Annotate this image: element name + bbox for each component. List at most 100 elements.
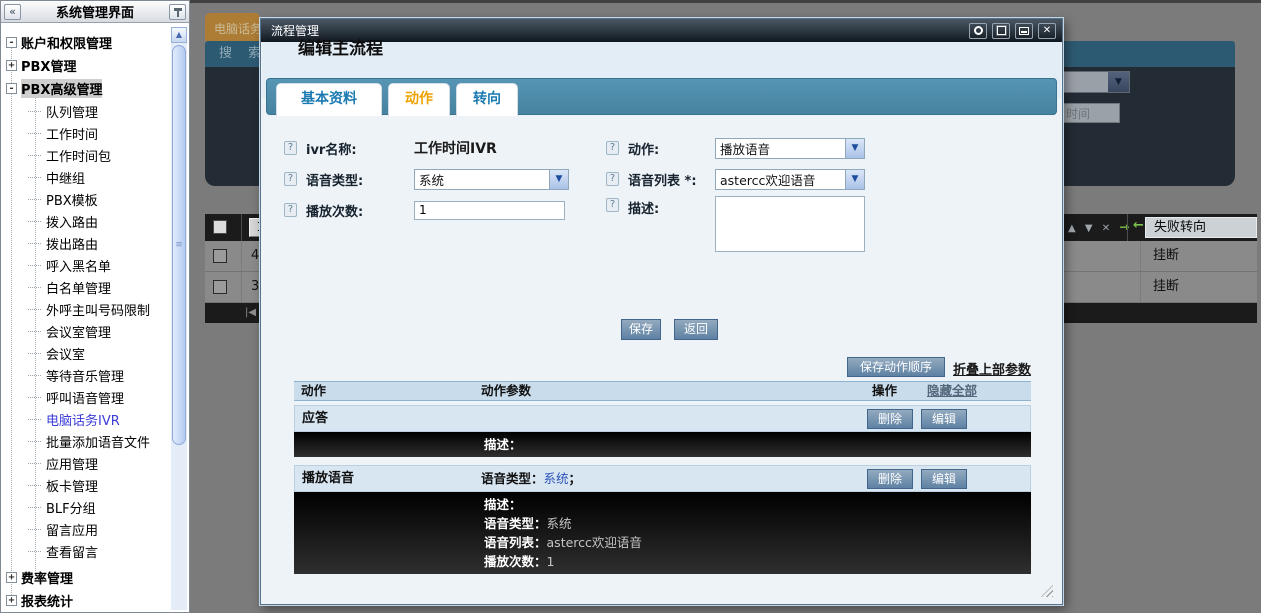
select-all-checkbox[interactable] xyxy=(213,220,227,234)
sidebar-item-hold-music-management[interactable]: 等待音乐管理 xyxy=(46,366,124,385)
voice-type-select[interactable]: 系统 ▼ xyxy=(414,169,569,190)
sidebar-item-computer-ivr[interactable]: 电脑话务IVR xyxy=(46,410,120,429)
tree-connector xyxy=(28,133,41,134)
back-button[interactable]: 返回 xyxy=(674,319,718,340)
tab-computer-ivr[interactable]: 电脑话务 xyxy=(205,13,260,41)
column-divider xyxy=(1140,241,1141,271)
sort-asc-icon[interactable]: ▲ xyxy=(1068,223,1079,234)
param-value-link[interactable]: 系统 xyxy=(544,471,569,486)
page-title: 编辑主流程 xyxy=(298,34,383,59)
play-count-label: 播放次数: xyxy=(306,201,393,220)
sidebar-item-pbx-management[interactable]: PBX管理 xyxy=(21,56,76,75)
sidebar-item-work-time[interactable]: 工作时间 xyxy=(46,124,98,143)
actions-table: 动作 动作参数 操作 隐藏全部 应答 删除 编辑 描述： 播放语音 语音类型：系… xyxy=(294,381,1031,574)
tab-redirect[interactable]: 转向 xyxy=(456,83,518,116)
nav-tree: - 账户和权限管理 + PBX管理 - PBX高级管理 队列管理 工作时间 工作… xyxy=(4,27,170,610)
sidebar-collapse-button[interactable]: « xyxy=(4,4,21,20)
sidebar-scrollbar[interactable]: ▲ ≡ xyxy=(171,27,187,610)
help-icon[interactable]: ? xyxy=(284,172,297,186)
sidebar-item-conference-room[interactable]: 会议室 xyxy=(46,344,85,363)
sidebar-item-queue-management[interactable]: 队列管理 xyxy=(46,102,98,121)
scroll-up-icon[interactable]: ▲ xyxy=(171,27,187,43)
move-left-icon[interactable]: ← xyxy=(1133,218,1144,233)
voice-list-select[interactable]: astercc欢迎语音 ▼ xyxy=(715,169,865,190)
help-icon[interactable]: ? xyxy=(606,172,619,186)
sidebar-leaf: 工作时间包 xyxy=(4,144,170,166)
row-checkbox[interactable] xyxy=(213,249,227,263)
collapse-upper-params-link[interactable]: 折叠上部参数 xyxy=(953,359,1031,378)
sidebar-leaf: 工作时间 xyxy=(4,122,170,144)
description-label: 描述: xyxy=(628,198,708,217)
sidebar-leaf: 电脑话务IVR xyxy=(4,408,170,430)
edit-button[interactable]: 编辑 xyxy=(921,469,967,489)
tree-connector xyxy=(28,507,41,508)
collapse-expander-icon[interactable]: - xyxy=(6,37,17,48)
delete-button[interactable]: 删除 xyxy=(867,469,913,489)
row-checkbox[interactable] xyxy=(213,280,227,294)
sidebar-item-batch-add-voice-files[interactable]: 批量添加语音文件 xyxy=(46,432,150,451)
sort-desc-icon[interactable]: ▼ xyxy=(1085,223,1096,234)
tab-actions[interactable]: 动作 xyxy=(388,83,450,116)
param-suffix: ； xyxy=(569,471,582,486)
tab-bar: 基本资料 动作 转向 xyxy=(266,78,1057,115)
sidebar-item-outbound-route[interactable]: 拨出路由 xyxy=(46,234,98,253)
sidebar-item-pbx-advanced[interactable]: PBX高级管理 xyxy=(21,79,102,98)
action-row-answer: 应答 删除 编辑 xyxy=(294,405,1031,432)
sidebar-item-whitelist-management[interactable]: 白名单管理 xyxy=(46,278,111,297)
sidebar-item-pbx-template[interactable]: PBX模板 xyxy=(46,190,98,209)
fail-redirect-column-header[interactable]: 失败转向 xyxy=(1145,217,1257,238)
save-button[interactable]: 保存 xyxy=(621,319,661,340)
sidebar-item-work-time-package[interactable]: 工作时间包 xyxy=(46,146,111,165)
column-divider xyxy=(241,272,242,302)
save-action-order-button[interactable]: 保存动作顺序 xyxy=(847,357,945,377)
close-icon[interactable]: ✕ xyxy=(1038,23,1056,39)
edit-button[interactable]: 编辑 xyxy=(921,409,967,429)
description-textarea[interactable] xyxy=(715,196,865,252)
sidebar-item-blf-group[interactable]: BLF分组 xyxy=(46,498,96,517)
expand-expander-icon[interactable]: + xyxy=(6,595,17,606)
expand-expander-icon[interactable]: + xyxy=(6,60,17,71)
sidebar-item-trunk-group[interactable]: 中继组 xyxy=(46,168,85,187)
tree-connector xyxy=(28,529,41,530)
sidebar-item-voicemail-app[interactable]: 留言应用 xyxy=(46,520,98,539)
help-icon[interactable]: ? xyxy=(606,198,619,212)
clear-sort-icon[interactable]: ✕ xyxy=(1102,223,1113,234)
help-icon[interactable]: ? xyxy=(284,141,297,155)
column-divider xyxy=(241,214,242,241)
tree-connector xyxy=(28,243,41,244)
delete-button[interactable]: 删除 xyxy=(867,409,913,429)
sidebar-leaf: 留言应用 xyxy=(4,518,170,540)
help-icon[interactable]: ? xyxy=(606,141,619,155)
minimize-glyph xyxy=(1019,27,1029,35)
collapse-expander-icon[interactable]: - xyxy=(6,83,17,94)
pager-first-icon[interactable]: |◀ xyxy=(245,307,256,318)
scrollbar-thumb[interactable]: ≡ xyxy=(172,45,186,445)
sidebar-item-conference-management[interactable]: 会议室管理 xyxy=(46,322,111,341)
help-icon[interactable]: ? xyxy=(284,203,297,217)
move-right-icon[interactable]: → xyxy=(1119,220,1132,234)
expand-expander-icon[interactable]: + xyxy=(6,572,17,583)
hide-all-link[interactable]: 隐藏全部 xyxy=(927,382,977,400)
sidebar-item-outbound-callerid-limit[interactable]: 外呼主叫号码限制 xyxy=(46,300,150,319)
sidebar-item-account-permission[interactable]: 账户和权限管理 xyxy=(21,33,112,52)
tab-basic-info[interactable]: 基本资料 xyxy=(276,83,382,116)
play-count-input[interactable] xyxy=(414,201,565,220)
sidebar-item-view-voicemail[interactable]: 查看留言 xyxy=(46,542,98,561)
sidebar-item-call-voice-management[interactable]: 呼叫语音管理 xyxy=(46,388,124,407)
sidebar-item-board-card-management[interactable]: 板卡管理 xyxy=(46,476,98,495)
sidebar-item-inbound-route[interactable]: 拨入路由 xyxy=(46,212,98,231)
column-divider xyxy=(241,241,242,271)
action-select[interactable]: 播放语音 ▼ xyxy=(715,138,865,159)
sidebar-item-report-statistics[interactable]: 报表统计 xyxy=(21,591,73,610)
sidebar-item-rate-management[interactable]: 费率管理 xyxy=(21,568,73,587)
sidebar-leaf: 呼叫语音管理 xyxy=(4,386,170,408)
sidebar-item-application-management[interactable]: 应用管理 xyxy=(46,454,98,473)
chevron-down-icon: ▼ xyxy=(549,170,568,189)
restore-icon[interactable] xyxy=(969,23,987,39)
sidebar-item-incoming-blacklist[interactable]: 呼入黑名单 xyxy=(46,256,111,275)
pin-icon[interactable] xyxy=(169,4,186,20)
tree-connector xyxy=(28,353,41,354)
maximize-icon[interactable] xyxy=(992,23,1010,39)
resize-grip[interactable] xyxy=(1041,585,1053,597)
minimize-icon[interactable] xyxy=(1015,23,1033,39)
